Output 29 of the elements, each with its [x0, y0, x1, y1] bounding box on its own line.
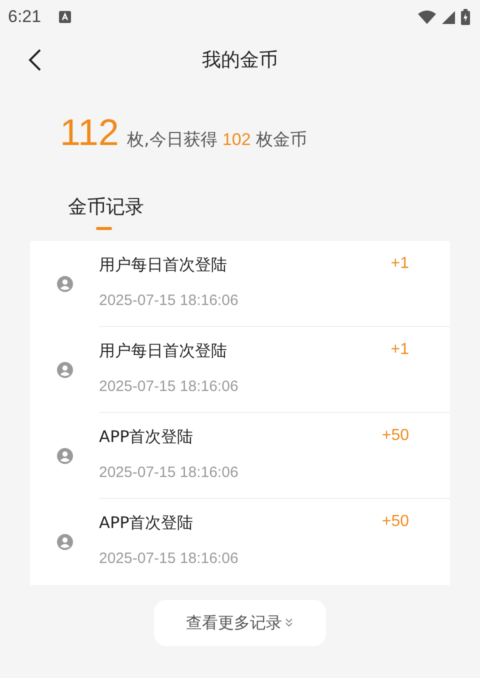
records-tab[interactable]: 金币记录	[67, 194, 145, 230]
today-coins: 102	[222, 130, 251, 150]
record-time: 2025-07-15 18:16:06	[99, 550, 240, 567]
user-icon	[57, 276, 73, 292]
signal-icon	[442, 10, 455, 24]
summary-text: 枚金币	[256, 129, 307, 151]
keyboard-notification-icon	[59, 11, 72, 23]
coin-total: 112	[60, 112, 119, 154]
wifi-icon	[418, 10, 436, 24]
record-time: 2025-07-15 18:16:06	[99, 292, 240, 309]
user-icon	[57, 448, 73, 464]
user-icon	[57, 362, 73, 378]
record-amount: +1	[390, 255, 409, 274]
record-time: 2025-07-15 18:16:06	[99, 464, 240, 481]
more-records-button[interactable]: 查看更多记录	[154, 600, 326, 646]
status-time: 6:21	[8, 7, 42, 27]
summary-text: 枚,今日获得	[127, 129, 218, 151]
double-chevron-down-icon	[284, 618, 294, 628]
battery-icon	[461, 9, 470, 25]
page-title: 我的金币	[202, 48, 278, 73]
user-icon	[57, 534, 73, 550]
record-title: APP首次登陆	[99, 427, 194, 448]
record-amount: +1	[390, 341, 409, 360]
record-title: 用户每日首次登陆	[99, 255, 227, 276]
record-amount: +50	[382, 513, 409, 532]
record-title: 用户每日首次登陆	[99, 341, 227, 362]
record-amount: +50	[382, 427, 409, 446]
record-title: APP首次登陆	[99, 513, 194, 534]
record-time: 2025-07-15 18:16:06	[99, 378, 240, 395]
